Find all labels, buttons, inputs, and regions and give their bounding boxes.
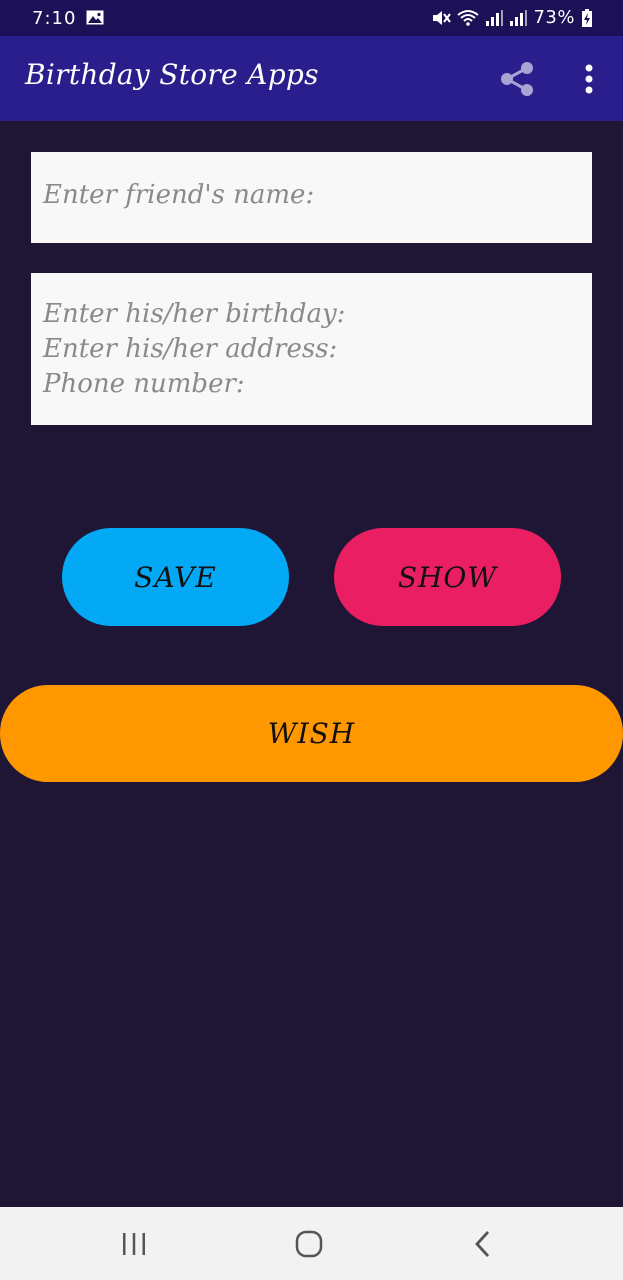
battery-icon	[582, 8, 592, 27]
signal-icon	[510, 9, 528, 26]
share-icon[interactable]	[498, 60, 536, 98]
gallery-icon	[86, 10, 104, 25]
home-icon[interactable]	[294, 1229, 324, 1259]
wifi-icon	[457, 9, 480, 26]
app-title: Birthday Store Apps	[25, 58, 319, 91]
signal-icon	[486, 9, 504, 26]
recents-icon[interactable]	[120, 1231, 148, 1257]
show-button[interactable]: SHOW	[334, 528, 561, 626]
back-icon[interactable]	[472, 1229, 494, 1259]
address-hint: Enter his/her address:	[43, 334, 338, 364]
friend-name-hint: Enter friend's name:	[43, 180, 315, 210]
wish-button-label: WISH	[267, 717, 356, 750]
show-button-label: SHOW	[397, 560, 498, 594]
wish-button[interactable]: WISH	[0, 685, 623, 782]
birthday-hint: Enter his/her birthday:	[43, 299, 346, 329]
status-bar: 7:10 73%	[0, 0, 623, 36]
app-bar: Birthday Store Apps	[0, 36, 623, 121]
mute-icon	[433, 10, 452, 25]
status-icons: 73%	[431, 7, 593, 28]
friend-details-field[interactable]: Enter his/her birthday: Enter his/her ad…	[31, 273, 592, 425]
more-vert-icon[interactable]	[578, 62, 600, 96]
phone-hint: Phone number:	[43, 369, 245, 399]
save-button-label: SAVE	[134, 560, 217, 594]
battery-percentage: 73%	[533, 7, 575, 28]
system-nav-bar	[0, 1207, 623, 1280]
friend-name-field[interactable]: Enter friend's name:	[31, 152, 592, 243]
status-time: 7:10	[32, 8, 77, 29]
save-button[interactable]: SAVE	[62, 528, 289, 626]
